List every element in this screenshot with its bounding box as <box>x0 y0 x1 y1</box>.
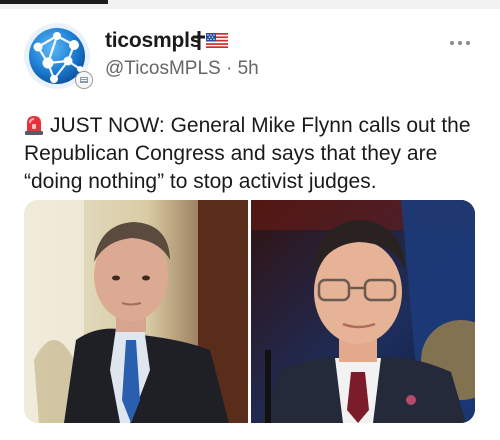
more-options-icon[interactable] <box>448 37 472 49</box>
handle-line: @TicosMPLS · 5h <box>105 58 259 80</box>
siren-icon <box>25 116 43 135</box>
status-strip <box>0 0 500 9</box>
separator: · <box>220 58 238 79</box>
handle[interactable]: @TicosMPLS <box>105 58 221 79</box>
cross-icon <box>193 31 205 50</box>
post-card[interactable]: ticosmpls @TicosMPLS · 5h JUST NOW: Gene… <box>0 9 500 440</box>
photo-left[interactable] <box>24 200 248 423</box>
post-text: JUST NOW: General Mike Flynn calls out t… <box>24 112 484 196</box>
top-accent-bar <box>0 0 108 4</box>
timestamp[interactable]: 5h <box>238 58 259 79</box>
media-grid[interactable] <box>24 200 475 423</box>
display-name[interactable]: ticosmpls <box>105 29 201 53</box>
photo-right[interactable] <box>251 200 475 423</box>
affiliation-badge-icon <box>75 71 93 89</box>
us-flag-icon <box>206 33 228 48</box>
post-text-body: JUST NOW: General Mike Flynn calls out t… <box>24 114 471 193</box>
